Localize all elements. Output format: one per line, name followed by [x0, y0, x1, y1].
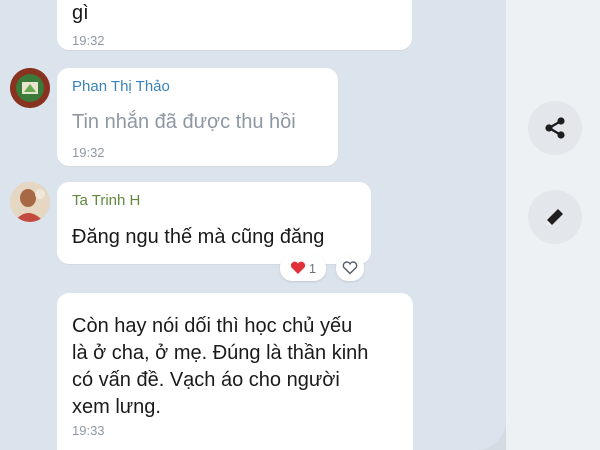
- sender-name[interactable]: Ta Trinh H: [72, 192, 140, 209]
- message-bubble[interactable]: gì 19:32: [57, 0, 412, 50]
- message-bubble[interactable]: Ta Trinh H Đăng ngu thế mà cũng đăng: [57, 182, 371, 264]
- message-text: gì: [72, 2, 89, 24]
- edit-button[interactable]: [528, 190, 582, 244]
- message-text: Đăng ngu thế mà cũng đăng: [72, 226, 325, 248]
- pencil-icon: [543, 205, 567, 229]
- message-line: xem lưng.: [72, 396, 161, 418]
- chat-panel: gì 19:32 Phan Thị Thảo Tin nhắn đã được …: [0, 0, 506, 450]
- message-line: là ở cha, ở mẹ. Đúng là thần kinh: [72, 342, 369, 364]
- message-time: 19:32: [72, 145, 105, 160]
- message-line: Còn hay nói dối thì học chủ yếu: [72, 315, 353, 337]
- message-time: 19:32: [72, 33, 105, 48]
- share-button[interactable]: [528, 101, 582, 155]
- avatar[interactable]: [10, 182, 50, 222]
- message-line: có vấn đề. Vạch áo cho người: [72, 369, 340, 391]
- reaction-badge[interactable]: 1: [280, 255, 326, 281]
- recalled-message-text: Tin nhắn đã được thu hồi: [72, 111, 296, 133]
- side-panel: [506, 0, 600, 450]
- share-icon: [542, 115, 568, 141]
- sender-name[interactable]: Phan Thị Thảo: [72, 78, 170, 95]
- react-button[interactable]: [336, 255, 364, 281]
- reaction-count: 1: [308, 260, 317, 276]
- message-bubble[interactable]: Còn hay nói dối thì học chủ yếu là ở cha…: [57, 293, 413, 450]
- heart-icon: [290, 261, 306, 275]
- heart-outline-icon: [342, 261, 358, 275]
- avatar[interactable]: [10, 68, 50, 108]
- message-bubble[interactable]: Phan Thị Thảo Tin nhắn đã được thu hồi 1…: [57, 68, 338, 166]
- message-time: 19:33: [72, 423, 105, 438]
